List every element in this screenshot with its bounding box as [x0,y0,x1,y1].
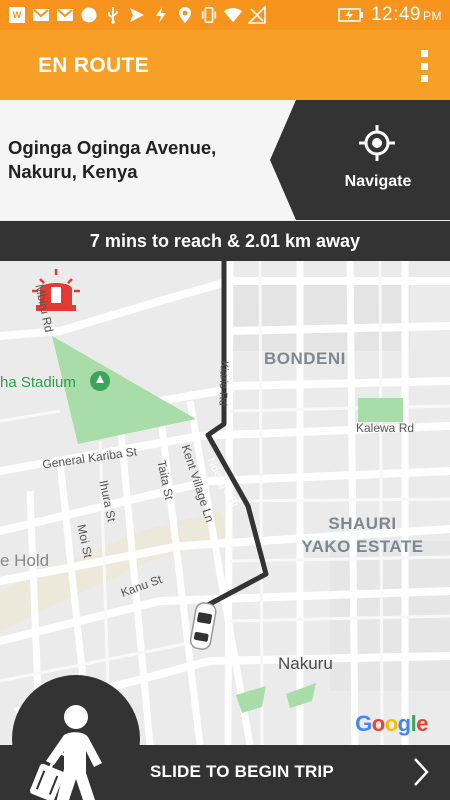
google-letter: g [397,711,411,736]
google-letter: e [416,711,428,736]
page-title: EN ROUTE [38,54,149,77]
area-label-bondeni: BONDENI [264,349,346,368]
park-label-stadium: ha Stadium [0,374,76,391]
wifi-icon [224,6,242,24]
address-line-1: Oginga Oginga Avenue, [8,137,217,158]
navigation-icon [128,6,146,24]
clock: 12:49 PM [371,4,442,26]
address-line-2: Nakuru, Kenya [8,161,138,182]
clock-ampm: PM [423,9,442,23]
slide-label: SLIDE TO BEGIN TRIP [150,762,334,781]
navigate-button[interactable]: Navigate [270,100,450,220]
area-label-line-1: SHAURI [328,514,397,533]
location-icon [176,6,194,24]
svg-text:W: W [13,10,22,20]
clock-time: 12:49 [370,4,421,25]
wasili-icon: W [8,6,26,24]
status-right: 12:49 PM [338,4,442,26]
flash-icon [152,6,170,24]
notification-icons: W [8,5,266,25]
screen: W 12:49 PM EN ROUTE Oginga Oginga Avenue… [0,0,450,800]
no-signal-icon [248,6,266,24]
chevron-right-icon [414,758,429,786]
street-label: Kalewa Rd [356,421,415,435]
eta-bar: 7 mins to reach & 2.01 km away [0,221,450,261]
slide-knob[interactable] [12,675,140,800]
area-label-line-2: YAKO ESTATE [301,537,424,556]
more-vert-icon[interactable] [418,50,430,82]
gps-target-icon [359,125,395,161]
navigate-label: Navigate [344,173,412,190]
circle-icon [80,6,98,24]
google-attribution-logo: Google [355,711,428,737]
map[interactable]: General Kariba St Ihura St Taita St Kent… [0,261,450,745]
battery-charging-icon [338,6,364,24]
google-letter: o [384,711,398,736]
vibrate-icon [200,6,218,24]
google-letter: G [355,711,372,736]
destination-address: Oginga Oginga Avenue, Nakuru, Kenya [8,136,263,184]
app-bar: EN ROUTE [0,30,450,100]
poi-label: e Hold [0,551,50,570]
area-label-shauri: SHAURI YAKO ESTATE [300,512,425,558]
gmail-icon [32,6,50,24]
google-letter: o [371,711,385,736]
traveler-luggage-icon [30,705,102,800]
gmail-icon [56,6,74,24]
town-label-nakuru: Nakuru [278,654,333,673]
usb-icon [104,6,122,24]
map-canvas [0,261,450,745]
street-label: Kiarie Rd [216,360,230,407]
status-bar: W 12:49 PM [0,0,450,30]
destination-card: Oginga Oginga Avenue, Nakuru, Kenya Navi… [0,100,450,220]
